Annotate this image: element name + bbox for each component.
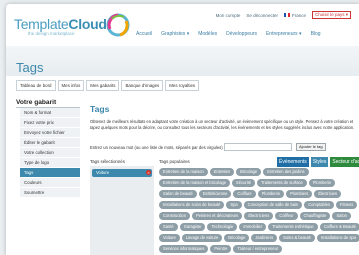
popular-tag[interactable]: Lavage de voiture xyxy=(181,234,223,242)
popular-tag[interactable]: Électriciens xyxy=(244,212,274,220)
popular-tag[interactable]: Chauffagiste xyxy=(299,212,331,220)
selected-tags-box xyxy=(90,166,154,255)
sidebar-item-collection[interactable]: Votre collection xyxy=(20,148,80,158)
account-tabs: Tableau de bord Mes infos Mes gabarits B… xyxy=(16,80,200,91)
popular-tag[interactable]: Traitements de surface xyxy=(257,179,307,187)
tab-my-info[interactable]: Mes infos xyxy=(57,80,85,91)
language-link[interactable]: France xyxy=(283,13,306,18)
popular-tag[interactable]: Entretien des jardins xyxy=(263,168,309,176)
popular-tag[interactable]: Fitness xyxy=(336,201,358,209)
page: TemplateCloud the design marketplace Mon… xyxy=(6,4,359,255)
top-links: Mon compte Se déconnecter France Choisir… xyxy=(216,11,351,19)
popular-tag[interactable]: Coiffure & Beauté xyxy=(319,223,359,231)
title-band xyxy=(6,46,359,76)
sidebar-title: Votre gabarit xyxy=(16,99,57,106)
sidebar-item-colors[interactable]: Couleurs xyxy=(20,178,80,188)
popular-tag[interactable]: Garagiste xyxy=(179,223,206,231)
popular-tag[interactable]: Esthéticienne xyxy=(198,190,232,198)
popular-tag[interactable]: Salon xyxy=(332,212,351,220)
popular-tag[interactable]: Traitements esthétique xyxy=(268,223,318,231)
popular-tag[interactable]: Entretien xyxy=(209,168,235,176)
sidebar-item-logo-type[interactable]: Type de logo xyxy=(20,158,80,168)
tab-image-bank[interactable]: Banque d'images xyxy=(121,80,164,91)
popular-tag[interactable]: Santé xyxy=(159,223,178,231)
popular-tag[interactable]: Plombiers xyxy=(286,190,313,198)
logo[interactable]: TemplateCloud the design marketplace xyxy=(14,13,130,37)
popular-tag[interactable]: Entretien de la maison et bricolage xyxy=(159,179,231,187)
popular-tag[interactable]: Peintre xyxy=(210,245,232,253)
popular-tag[interactable]: Peintres et décorateurs xyxy=(191,212,243,220)
sidebar-item-upload[interactable]: Envoyez votre fichier xyxy=(20,128,80,138)
popular-tag[interactable]: Spa xyxy=(226,201,242,209)
filter-events-button[interactable]: Évènements xyxy=(277,157,309,167)
popular-tag[interactable]: Salon de beauté xyxy=(159,190,197,198)
nav-item-home[interactable]: Accueil xyxy=(136,31,152,37)
popular-tags-label: Tags populaires xyxy=(159,159,190,164)
popular-tag[interactable]: Technologie xyxy=(207,223,238,231)
tab-my-templates[interactable]: Mes gabarits xyxy=(86,80,120,91)
filter-industry-button[interactable]: Secteur d'activité xyxy=(330,157,359,167)
popular-tag[interactable]: Services informatiques xyxy=(159,245,209,253)
popular-tag[interactable]: Construction xyxy=(159,212,190,220)
popular-tag[interactable]: Jardiniers xyxy=(251,234,278,242)
main-nav: Accueil Graphistes ▾ Modèles Développeur… xyxy=(136,31,321,37)
popular-tag[interactable]: Sécurité xyxy=(232,179,256,187)
logo-swirl-icon xyxy=(106,13,130,37)
country-select[interactable]: Choisir le pays ▾ xyxy=(311,11,351,19)
add-tag-button[interactable]: Ajouter le tag xyxy=(296,143,326,151)
popular-tag[interactable]: Bricolage xyxy=(236,168,262,176)
nav-item-designers[interactable]: Graphistes ▾ xyxy=(161,31,189,37)
tag-input[interactable] xyxy=(224,143,292,151)
section-title: Tags xyxy=(90,104,110,114)
sidebar-item-tags[interactable]: Tags xyxy=(20,168,80,178)
popular-tag[interactable]: Bricolage xyxy=(224,234,250,242)
popular-tag[interactable]: Plomberie xyxy=(308,179,336,187)
popular-tag[interactable]: Coiffure xyxy=(233,190,256,198)
nav-item-templates[interactable]: Modèles xyxy=(198,31,217,37)
sidebar-menu: Nom & format Fixez votre prix Envoyez vo… xyxy=(20,108,80,198)
popular-tag[interactable]: Immobilier xyxy=(239,223,267,231)
popular-tag[interactable]: Voiture xyxy=(159,234,180,242)
popular-tag[interactable]: Installations de soins de beauté xyxy=(159,201,225,209)
popular-tag-cloud: Entretien de la maison Entretien Bricolage… xyxy=(159,168,359,253)
nav-item-entrepreneurs[interactable]: Entrepreneurs ▾ xyxy=(266,31,302,37)
logo-text: TemplateCloud xyxy=(14,16,107,32)
popular-tag[interactable]: Comptables xyxy=(304,201,335,209)
popular-tag[interactable]: Conception de salle de bain xyxy=(243,201,303,209)
popular-tag[interactable]: Coiffeur xyxy=(275,212,298,220)
france-flag-icon xyxy=(283,13,290,18)
section-description: Obtenez de meilleurs résultats en adapta… xyxy=(90,119,355,130)
nav-item-developers[interactable]: Développeurs xyxy=(226,31,257,37)
filter-styles-button[interactable]: Styles xyxy=(310,157,329,167)
tab-dashboard[interactable]: Tableau de bord xyxy=(16,80,56,91)
popular-tag[interactable]: Traiteur / entrepreneur xyxy=(233,245,283,253)
popular-tag[interactable]: Soins & beauté xyxy=(279,234,315,242)
remove-tag-icon[interactable]: × xyxy=(146,170,151,175)
sidebar-item-name-format[interactable]: Nom & format xyxy=(20,108,80,118)
nav-item-blog[interactable]: Blog xyxy=(311,31,321,37)
site-header: TemplateCloud the design marketplace Mon… xyxy=(6,4,359,46)
tab-royalties[interactable]: Mes royalties xyxy=(165,80,200,91)
logout-link[interactable]: Se déconnecter xyxy=(246,13,278,18)
sidebar-item-submit[interactable]: Soumettre xyxy=(20,188,80,198)
page-title: Tags xyxy=(16,60,44,75)
popular-tag[interactable]: Entretien de la maison xyxy=(159,168,208,176)
account-link[interactable]: Mon compte xyxy=(216,13,241,18)
popular-tag[interactable]: Électricien xyxy=(314,190,342,198)
selected-tags-label: Tags sélectionnés xyxy=(90,159,125,164)
tag-filters: Évènements Styles Secteur d'activité xyxy=(277,157,359,167)
selected-tag[interactable]: Voiture xyxy=(92,169,152,177)
sidebar-item-price[interactable]: Fixez votre prix xyxy=(20,118,80,128)
tag-input-label: Entrez un nouveau mot (ou une liste de m… xyxy=(90,145,226,150)
sidebar-item-edit[interactable]: Éditer le gabarit xyxy=(20,138,80,148)
popular-tag[interactable]: Plomberie xyxy=(257,190,285,198)
popular-tag[interactable]: Installations de spa xyxy=(316,234,359,242)
